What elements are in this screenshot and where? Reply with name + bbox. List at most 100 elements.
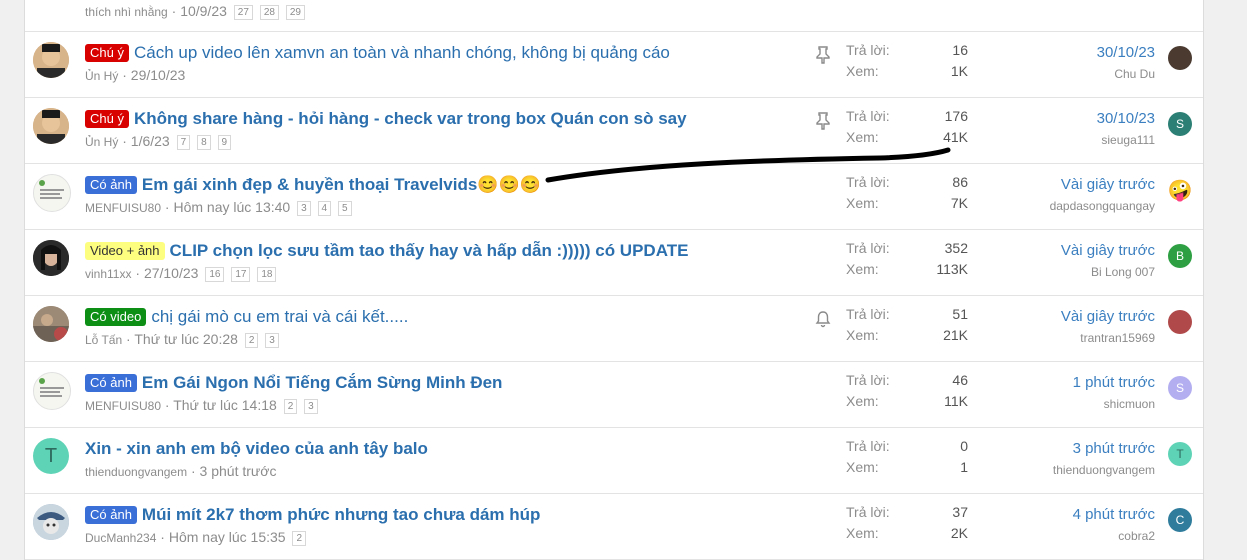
thread-author[interactable]: DucManh234: [85, 531, 156, 545]
thread-title[interactable]: Cách up video lên xamvn an toàn và nhanh…: [134, 43, 670, 62]
page-link[interactable]: 2: [244, 333, 259, 348]
page-link[interactable]: 29: [285, 5, 305, 20]
last-post-time[interactable]: Vài giây trước: [1061, 241, 1155, 261]
thread-prefix-label[interactable]: Có ảnh: [85, 506, 137, 524]
thread-date[interactable]: Thứ tư lúc 20:28: [134, 331, 238, 347]
thread-author[interactable]: Ủn Hý: [85, 69, 118, 83]
page-link[interactable]: 17: [231, 267, 251, 282]
last-poster[interactable]: sieuga111: [1097, 131, 1155, 149]
views-label: Xem:: [846, 327, 879, 343]
last-post-time[interactable]: Vài giây trước: [1050, 175, 1155, 195]
thread-title[interactable]: Em Gái Ngon Nổi Tiếng Cắm Sừng Minh Đen: [142, 373, 503, 392]
thread-date[interactable]: 29/10/23: [131, 67, 186, 83]
thread-prefix-label[interactable]: Chú ý: [85, 110, 129, 128]
thread-meta: Lỗ Tấn · Thứ tư lúc 20:28 2 3: [85, 331, 279, 348]
last-post-time[interactable]: 3 phút trước: [1053, 439, 1155, 459]
avatar[interactable]: [33, 174, 71, 212]
thread-title-line: Có video chị gái mò cu em trai và cái kết…: [85, 306, 408, 328]
last-poster[interactable]: dapdasongquangay: [1050, 197, 1155, 215]
last-poster[interactable]: thienduongvangem: [1053, 461, 1155, 479]
page-link[interactable]: 27: [233, 5, 253, 20]
last-poster-avatar[interactable]: T: [1168, 442, 1192, 466]
last-poster-avatar[interactable]: S: [1168, 112, 1192, 136]
replies-label: Trả lời:: [846, 438, 890, 454]
thread-list: thích nhì nhằng · 10/9/23 27 28 29 Chú ý…: [24, 0, 1204, 560]
thread-author[interactable]: thích nhì nhằng: [85, 5, 168, 19]
page-link[interactable]: 3: [265, 333, 279, 348]
thread-date[interactable]: Thứ tư lúc 14:18: [173, 397, 277, 413]
page-link[interactable]: 16: [205, 267, 225, 282]
thread-author[interactable]: thienduongvangem: [85, 465, 187, 479]
last-post-time[interactable]: 30/10/23: [1097, 43, 1155, 63]
page-link[interactable]: 28: [259, 5, 279, 20]
page-link[interactable]: 7: [176, 135, 191, 150]
thread-date[interactable]: 1/6/23: [131, 133, 170, 149]
last-post: Vài giây trước dapdasongquangay: [1050, 175, 1155, 215]
page-link[interactable]: 3: [304, 399, 318, 414]
bell-icon: [815, 311, 831, 328]
page-link[interactable]: 5: [338, 201, 352, 216]
page-link[interactable]: 9: [217, 135, 232, 150]
thread-prefix-label[interactable]: Video + ảnh: [85, 242, 165, 260]
views-label: Xem:: [846, 459, 879, 475]
thread-title[interactable]: Em gái xinh đẹp & huyền thoại Travelvids: [142, 175, 477, 194]
thread-title[interactable]: chị gái mò cu em trai và cái kết.....: [151, 307, 408, 326]
thread-author[interactable]: Ủn Hý: [85, 135, 118, 149]
thread-prefix-label[interactable]: Chú ý: [85, 44, 129, 62]
reply-count: 37: [952, 504, 968, 520]
thread-author[interactable]: vinh11xx: [85, 267, 131, 281]
last-poster-avatar[interactable]: [1168, 310, 1192, 334]
thread-date[interactable]: Hôm nay lúc 15:35: [169, 529, 286, 545]
page-link[interactable]: 4: [317, 201, 332, 216]
avatar[interactable]: [33, 108, 69, 144]
thread-title[interactable]: Múi mít 2k7 thơm phức nhưng tao chưa dám…: [142, 505, 540, 524]
avatar[interactable]: [33, 42, 69, 78]
last-post-time[interactable]: Vài giây trước: [1061, 307, 1155, 327]
last-poster-avatar[interactable]: B: [1168, 244, 1192, 268]
last-poster[interactable]: Chu Du: [1097, 65, 1155, 83]
thread-meta: thích nhì nhằng · 10/9/23 27 28 29: [85, 3, 305, 20]
thread-stats: Trả lời: 37 Xem: 2K: [846, 502, 968, 544]
last-post-time[interactable]: 30/10/23: [1097, 109, 1155, 129]
thread-prefix-label[interactable]: Có ảnh: [85, 176, 137, 194]
replies-label: Trả lời:: [846, 108, 890, 124]
page-link[interactable]: 8: [197, 135, 211, 150]
last-poster[interactable]: trantran15969: [1061, 329, 1155, 347]
avatar[interactable]: [33, 306, 69, 342]
thread-author[interactable]: Lỗ Tấn: [85, 333, 122, 347]
page-link[interactable]: 18: [257, 267, 277, 282]
thread-date[interactable]: 27/10/23: [144, 265, 199, 281]
table-row: Có ảnh Em Gái Ngon Nổi Tiếng Cắm Sừng Min…: [25, 362, 1203, 428]
avatar[interactable]: [33, 504, 69, 540]
thread-date[interactable]: Hôm nay lúc 13:40: [173, 199, 290, 215]
view-count: 1K: [950, 63, 968, 79]
page-link[interactable]: 2: [283, 399, 298, 414]
thread-title[interactable]: Xin - xin anh em bộ video của anh tây ba…: [85, 439, 428, 458]
page-link[interactable]: 3: [297, 201, 311, 216]
thread-prefix-label[interactable]: Có video: [85, 308, 147, 326]
avatar[interactable]: [33, 372, 71, 410]
thread-title-line: Có ảnh Em gái xinh đẹp & huyền thoại Trav…: [85, 174, 541, 196]
page-link[interactable]: 2: [292, 531, 307, 546]
thread-author[interactable]: MENFUISU80: [85, 201, 161, 215]
avatar[interactable]: [33, 240, 69, 276]
thread-date[interactable]: 3 phút trước: [200, 463, 277, 479]
thread-title[interactable]: CLIP chọn lọc sưu tầm tao thấy hay và hấ…: [170, 241, 689, 260]
view-count: 2K: [950, 525, 968, 541]
last-post-time[interactable]: 1 phút trước: [1073, 373, 1155, 393]
thread-author[interactable]: MENFUISU80: [85, 399, 161, 413]
last-poster[interactable]: Bi Long 007: [1061, 263, 1155, 281]
thread-title[interactable]: Không share hàng - hỏi hàng - check var …: [134, 109, 687, 128]
thread-prefix-label[interactable]: Có ảnh: [85, 374, 137, 392]
last-poster-avatar[interactable]: C: [1168, 508, 1192, 532]
last-poster-avatar[interactable]: [1168, 46, 1192, 70]
table-row: Chú ý Cách up video lên xamvn an toàn và …: [25, 32, 1203, 98]
last-post-time[interactable]: 4 phút trước: [1073, 505, 1155, 525]
last-poster-avatar[interactable]: 🤪: [1168, 178, 1192, 202]
last-poster[interactable]: shicmuon: [1073, 395, 1155, 413]
thread-date[interactable]: 10/9/23: [180, 3, 227, 19]
last-poster[interactable]: cobra2: [1073, 527, 1155, 545]
last-poster-avatar[interactable]: S: [1168, 376, 1192, 400]
avatar[interactable]: T: [33, 438, 69, 474]
thread-stats: Trả lời: 352 Xem: 113K: [846, 238, 968, 280]
